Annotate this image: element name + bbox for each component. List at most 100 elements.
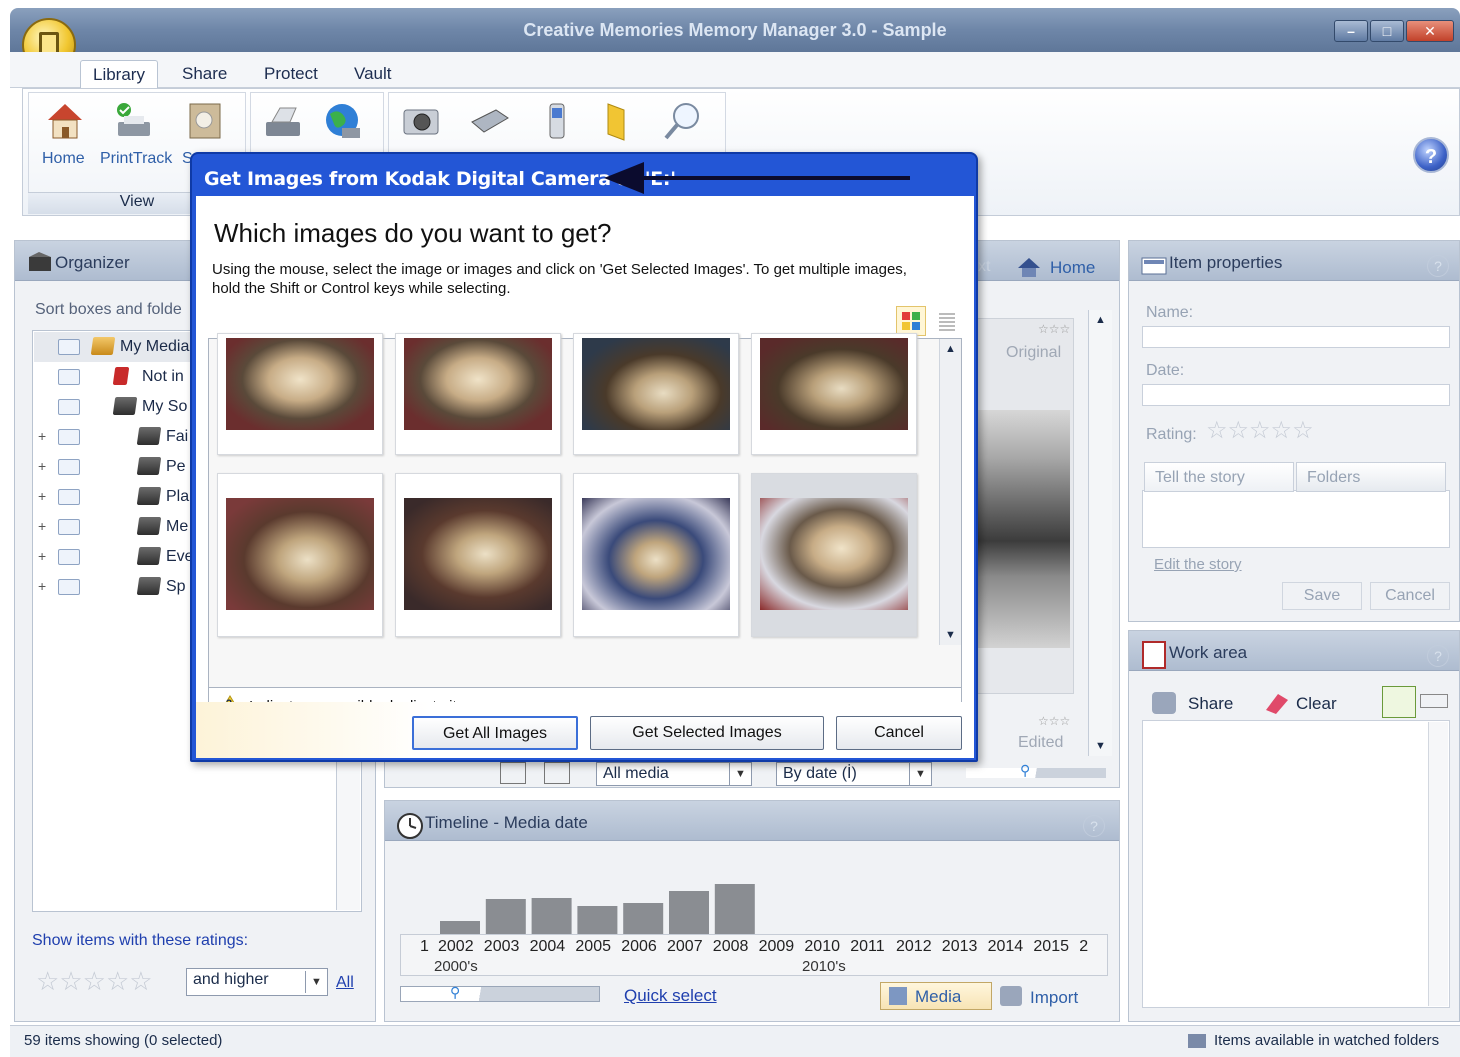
tab-folders[interactable]: Folders (1296, 462, 1446, 492)
timeline-year-label[interactable]: 2009 (759, 938, 795, 956)
image-thumbnail[interactable] (751, 333, 917, 455)
timeline-year-label[interactable]: 2010 (804, 938, 840, 956)
eye-icon[interactable] (58, 489, 80, 505)
image-grid[interactable]: ▲ ▼ (208, 333, 962, 688)
get-selected-images-button[interactable]: Get Selected Images (590, 716, 824, 750)
image-thumbnail[interactable] (395, 333, 561, 455)
printer-icon[interactable] (262, 100, 304, 142)
name-field[interactable] (1142, 326, 1450, 348)
timeline-bar[interactable] (669, 891, 709, 934)
rating-filter-select[interactable]: and higher ▼ (186, 968, 328, 996)
grid-view-icon[interactable] (1382, 686, 1416, 718)
card-reader-icon[interactable] (468, 100, 510, 142)
scroll-up-icon[interactable]: ▲ (940, 343, 961, 355)
phone-icon[interactable] (536, 100, 578, 142)
image-grid-scrollbar[interactable]: ▲ ▼ (939, 339, 961, 645)
close-button[interactable]: ✕ (1406, 20, 1454, 42)
expand-icon[interactable]: + (38, 579, 50, 593)
image-thumbnail[interactable] (573, 473, 739, 637)
image-thumbnail[interactable] (217, 473, 383, 637)
eye-icon[interactable] (58, 399, 80, 415)
work-area-scrollbar[interactable] (1428, 722, 1448, 1006)
expand-icon[interactable]: + (38, 549, 50, 563)
save-button[interactable]: Save (1282, 582, 1362, 610)
globe-icon[interactable] (322, 100, 364, 142)
tab-share[interactable]: Share (170, 60, 239, 88)
timeline-year-label[interactable]: 2002 (438, 938, 474, 956)
timeline-year-label[interactable]: 2004 (530, 938, 566, 956)
ribbon-printtrack-button[interactable]: PrintTrack (100, 150, 172, 168)
timeline-year-label[interactable]: 2006 (621, 938, 657, 956)
timeline-year-label[interactable]: 2007 (667, 938, 703, 956)
tab-vault[interactable]: Vault (342, 60, 404, 88)
timeline-year-label[interactable]: 2 (1079, 938, 1088, 956)
timeline-year-label[interactable]: 2013 (942, 938, 978, 956)
expand-icon[interactable] (38, 401, 50, 413)
work-area-drop-zone[interactable] (1142, 720, 1450, 1008)
timeline-year-label[interactable]: 2012 (896, 938, 932, 956)
timeline-bar[interactable] (714, 884, 755, 934)
eye-icon[interactable] (58, 459, 80, 475)
zoom-slider-thumb[interactable]: ⚲ (1020, 762, 1030, 779)
scroll-down-icon[interactable]: ▼ (940, 629, 961, 641)
layout-icon-b[interactable] (544, 762, 570, 784)
date-field[interactable] (1142, 384, 1450, 406)
tab-protect[interactable]: Protect (252, 60, 330, 88)
eye-icon[interactable] (58, 549, 80, 565)
timeline-year-label[interactable]: 2005 (575, 938, 611, 956)
image-thumbnail-selected[interactable] (751, 473, 917, 637)
get-all-images-button[interactable]: Get All Images (412, 716, 578, 750)
home-nav-icon[interactable] (1016, 256, 1042, 278)
tab-tell-the-story[interactable]: Tell the story (1144, 462, 1294, 492)
eye-icon[interactable] (58, 429, 80, 445)
media-toggle-button[interactable]: Media (880, 982, 992, 1010)
timeline-bar[interactable] (623, 903, 664, 934)
image-thumbnail[interactable] (217, 333, 383, 455)
list-view-icon[interactable] (1420, 694, 1448, 708)
work-clear-button[interactable]: Clear (1296, 694, 1337, 714)
ribbon-home-button[interactable]: Home (42, 150, 85, 168)
media-scrollbar[interactable]: ▲ ▼ (1088, 310, 1112, 756)
media-filter-select[interactable]: All media ▼ (596, 762, 752, 786)
scanner-icon[interactable] (184, 100, 226, 142)
tab-library[interactable]: Library (80, 60, 158, 88)
timeline-slider-thumb[interactable]: ⚲ (450, 984, 460, 1001)
timeline-bar[interactable] (531, 898, 572, 934)
printer-check-icon[interactable] (112, 100, 154, 142)
maximize-button[interactable]: □ (1370, 20, 1404, 42)
zoom-slider[interactable] (966, 768, 1106, 778)
folder-icon[interactable] (598, 100, 640, 142)
help-icon[interactable]: ? (1083, 815, 1105, 837)
timeline-histogram[interactable] (400, 880, 1108, 934)
edit-story-link[interactable]: Edit the story (1154, 556, 1242, 573)
timeline-bar[interactable] (485, 899, 526, 934)
organizer-rating-stars[interactable]: ☆☆☆☆☆ (36, 966, 153, 997)
item-rating-stars[interactable]: ☆☆☆☆☆ (1206, 416, 1314, 445)
thumbnail-view-icon[interactable] (896, 306, 926, 336)
magnifier-icon[interactable] (662, 100, 704, 142)
all-ratings-link[interactable]: All (336, 974, 354, 992)
timeline-year-label[interactable]: 2015 (1033, 938, 1069, 956)
house-icon[interactable] (44, 100, 86, 142)
status-watched[interactable]: Items available in watched folders (1214, 1032, 1439, 1049)
expand-icon[interactable]: + (38, 459, 50, 473)
timeline-year-label[interactable]: 1 (420, 938, 429, 956)
camera-icon[interactable] (400, 100, 442, 142)
timeline-zoom-slider[interactable] (400, 986, 600, 1002)
help-icon[interactable]: ? (1427, 255, 1449, 277)
layout-icon-a[interactable] (500, 762, 526, 784)
timeline-year-label[interactable]: 2008 (713, 938, 749, 956)
cancel-button[interactable]: Cancel (1370, 582, 1450, 610)
timeline-bar[interactable] (440, 921, 480, 934)
minimize-button[interactable]: – (1334, 20, 1368, 42)
story-text-area[interactable] (1142, 490, 1450, 548)
expand-icon[interactable] (38, 371, 50, 383)
timeline-bar[interactable] (577, 906, 618, 934)
image-thumbnail[interactable] (395, 473, 561, 637)
help-icon[interactable]: ? (1413, 137, 1449, 173)
expand-icon[interactable]: + (38, 429, 50, 443)
timeline-year-label[interactable]: 2011 (850, 938, 884, 956)
dialog-cancel-button[interactable]: Cancel (836, 716, 962, 750)
timeline-year-label[interactable]: 2003 (484, 938, 520, 956)
sort-filter-select[interactable]: By date (İ) ▼ (776, 762, 932, 786)
